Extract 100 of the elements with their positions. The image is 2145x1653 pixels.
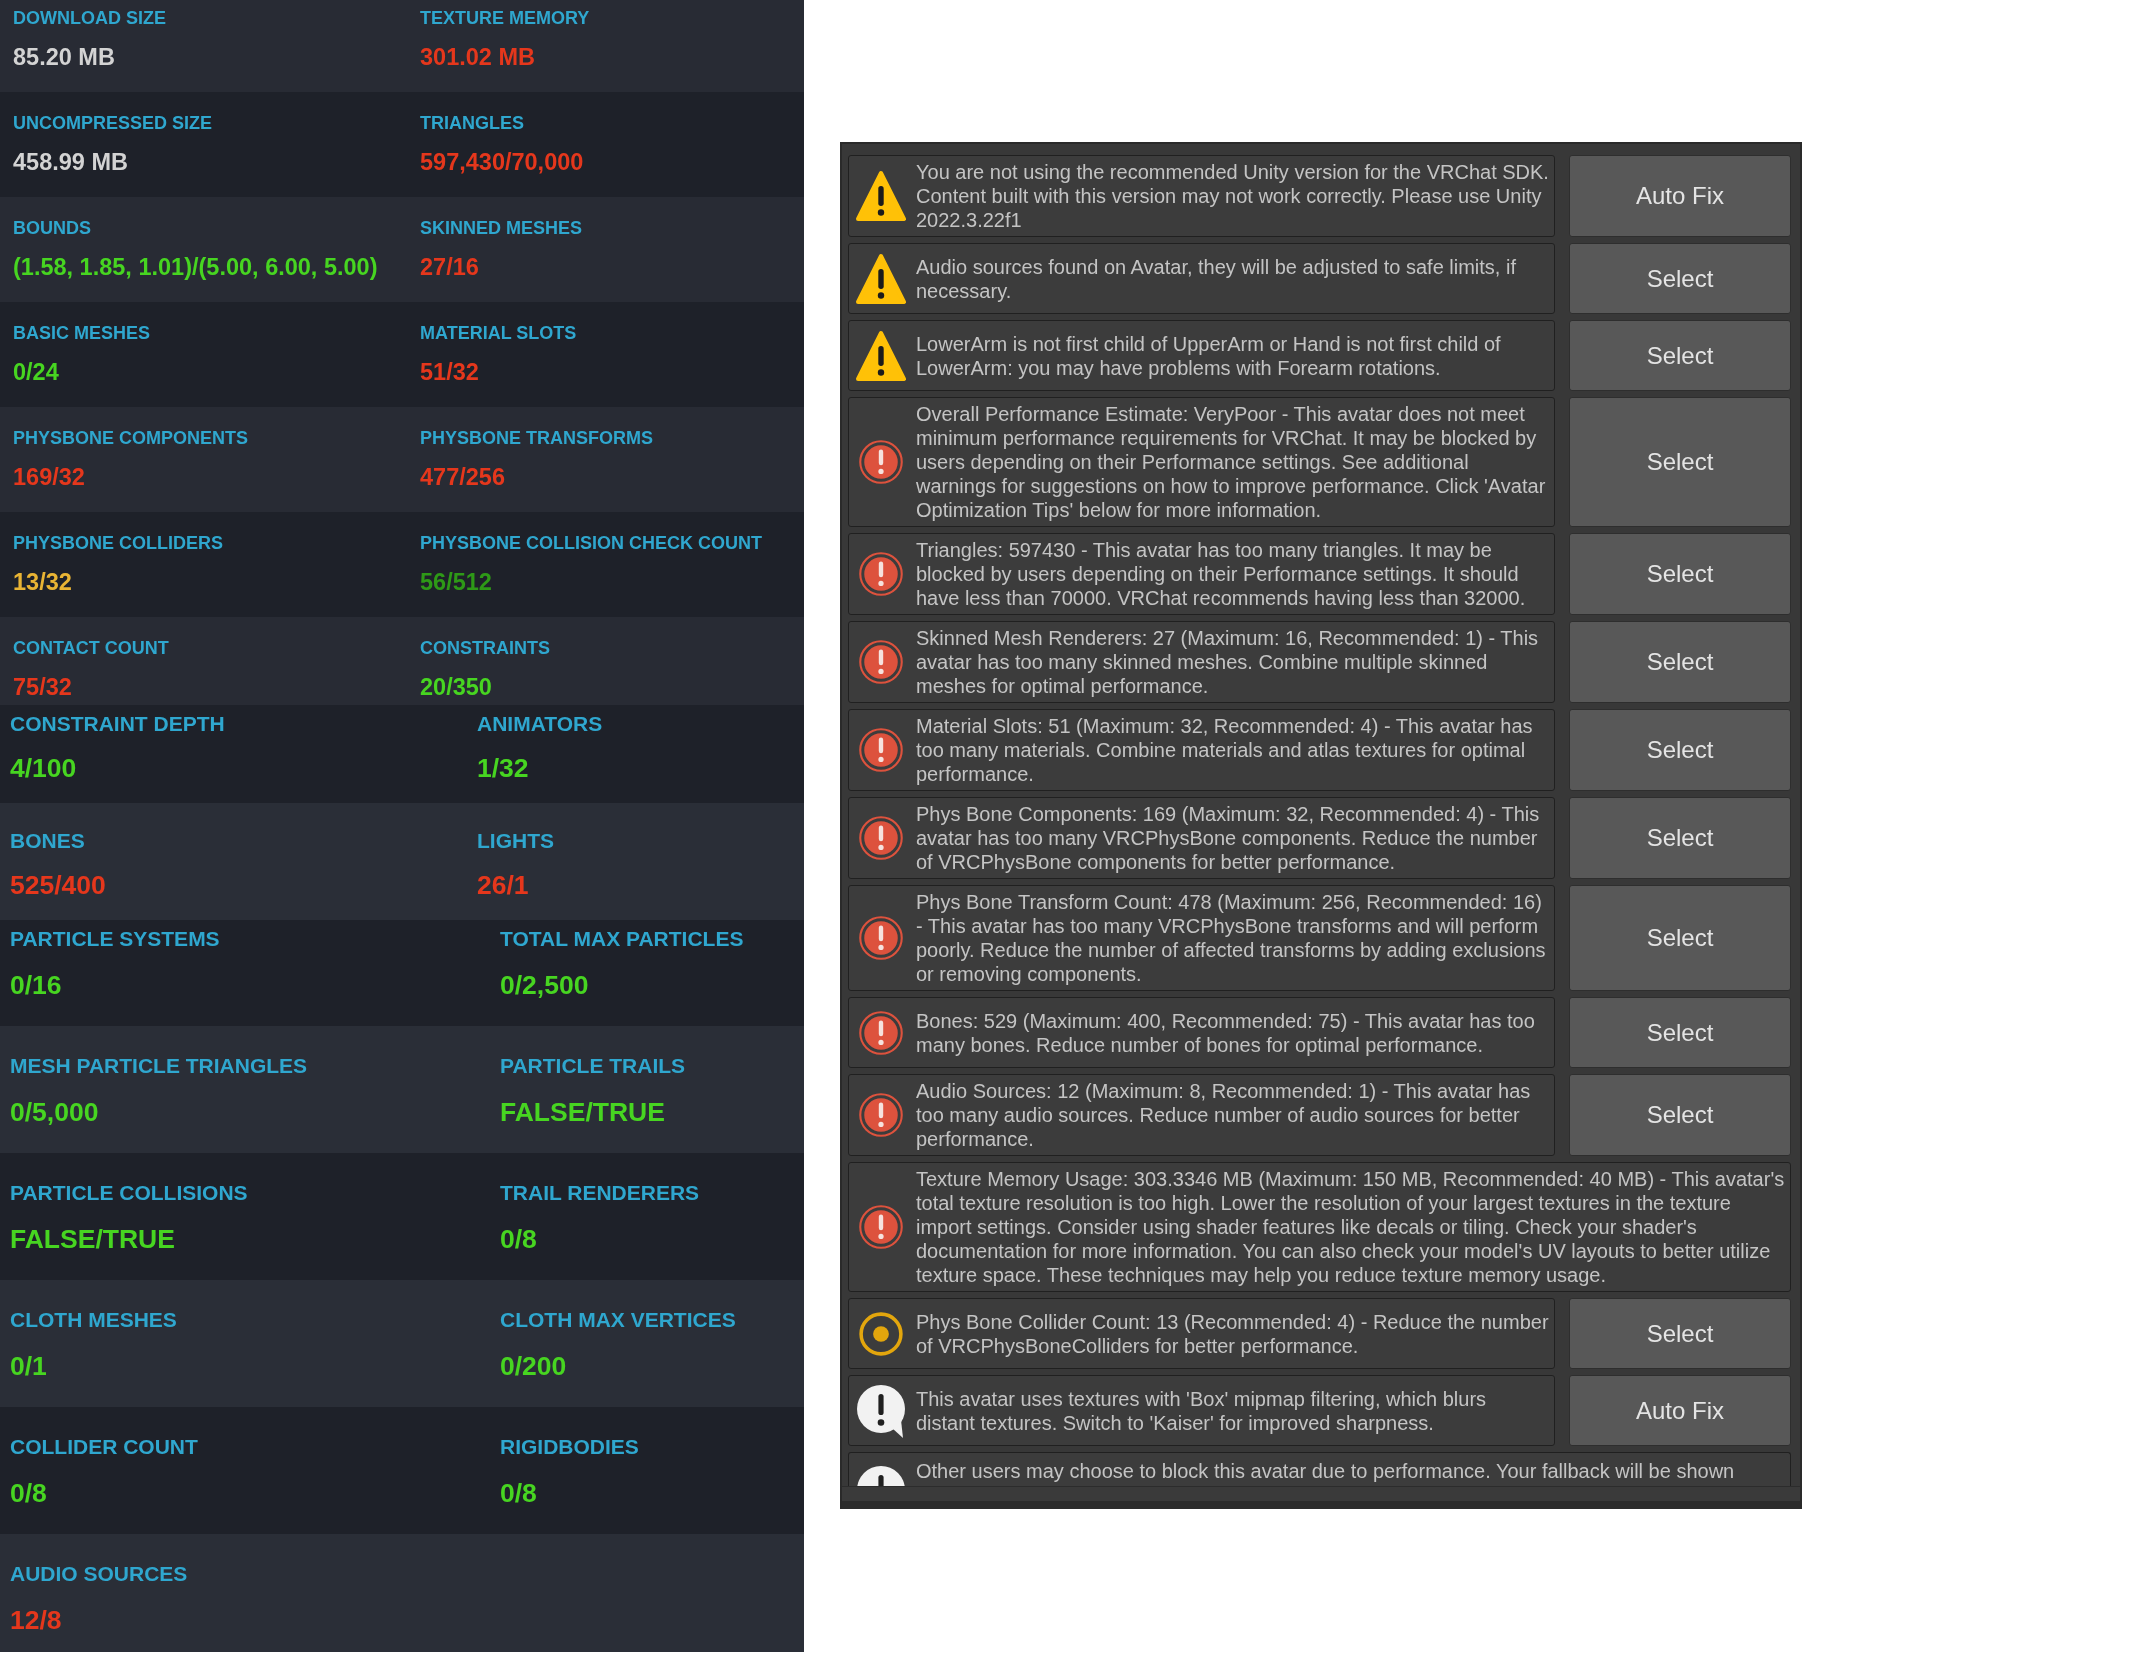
action-button[interactable]: Auto Fix [1569,1375,1791,1446]
action-button[interactable]: Select [1569,533,1791,615]
stat-value: 4/100 [10,752,77,785]
message-text: Phys Bone Collider Count: 13 (Recommended: 4) - Reduce the number of VRCPhysBoneColliders for better performance. [916,1309,1549,1358]
action-button[interactable]: Select [1569,397,1791,527]
stat-value: 1/32 [477,752,529,785]
message-text: Phys Bone Transform Count: 478 (Maximum: 256, Recommended: 16) - This avatar has too many VRCPhysBone transforms and will perform poorly. Reduce the number of affected transforms by adding exclusions or removing components. [916,890,1547,986]
stat-label: BASIC MESHES [13,322,151,345]
stat-value: 75/32 [13,673,72,702]
stat-label: BONES [10,828,85,854]
action-button[interactable]: Select [1569,885,1791,991]
action-button[interactable]: Select [1569,621,1791,703]
message-text: This avatar uses textures with 'Box' mipmap filtering, which blurs distant textures. Switch to 'Kaiser' for improved sharpness. [916,1386,1488,1435]
error-icon [859,552,903,596]
action-button[interactable]: Select [1569,320,1791,391]
stat-value: 169/32 [13,463,85,492]
message-text: You are not using the recommended Unity version for the VRChat SDK. Content built with this version may not work correctly. Please use Unity 2022.3.22f1 [916,160,1549,232]
stat-value: 0/24 [13,358,59,387]
stat-value: 458.99 MB [13,148,128,177]
stat-value: 525/400 [10,869,106,902]
error-icon [859,728,903,772]
action-button[interactable]: Select [1569,709,1791,791]
warning-icon [856,329,906,382]
message-text: Material Slots: 51 (Maximum: 32, Recommended: 4) - This avatar has too many materials. Combine materials and atlas textures for optimal performance. [916,714,1534,786]
stat-value: 0/8 [10,1477,47,1510]
alert-bubble-icon [856,1383,906,1438]
stat-value: 0/2,500 [500,969,589,1002]
stat-value: 27/16 [420,253,479,282]
stat-value: 301.02 MB [420,43,535,72]
stat-label: CONTACT COUNT [13,637,169,660]
stat-label: COLLIDER COUNT [10,1434,198,1460]
stat-label: TOTAL MAX PARTICLES [500,926,744,952]
message-text: Overall Performance Estimate: VeryPoor - This avatar does not meet minimum performance requirements for VRChat. It may be blocked by users depending on their Performance settings. See additional warnings for suggestions on how to improve performance. Click 'Avatar Optimization Tips' below for more information. [916,402,1547,522]
stat-label: TRAIL RENDERERS [500,1180,700,1206]
stat-value: 20/350 [420,673,492,702]
stat-value: 0/16 [10,969,62,1002]
stat-label: PARTICLE TRAILS [500,1053,686,1079]
error-icon [859,1010,903,1055]
stat-value: 51/32 [420,358,479,387]
error-icon [859,440,903,484]
warning-icon [856,252,906,305]
stat-label: TRIANGLES [420,112,524,135]
stat-value: 26/1 [477,869,529,902]
stat-label: PHYSBONE COLLIDERS [13,532,224,555]
dot-ring-icon [859,1311,903,1356]
stat-value: 12/8 [10,1604,62,1637]
message-text: Audio sources found on Avatar, they will be adjusted to safe limits, if necessary. [916,254,1517,303]
stat-value: 56/512 [420,568,492,597]
stat-label: TEXTURE MEMORY [420,7,590,30]
stat-label: MESH PARTICLE TRIANGLES [10,1053,308,1079]
stat-label: PHYSBONE COMPONENTS [13,427,249,450]
stat-label: PARTICLE SYSTEMS [10,926,220,952]
stat-value: 597,430/70,000 [420,148,584,177]
action-button[interactable]: Select [1569,1074,1791,1156]
message-text: LowerArm is not first child of UpperArm or Hand is not first child of LowerArm: you may have problems with Forearm rotations. [916,331,1502,380]
stat-value: 0/5,000 [10,1096,99,1129]
stat-label: RIGIDBODIES [500,1434,639,1460]
action-button[interactable]: Select [1569,1298,1791,1369]
message-text: Bones: 529 (Maximum: 400, Recommended: 75) - This avatar has too many bones. Reduce number of bones for optimal performance. [916,1008,1536,1057]
stat-label: CLOTH MAX VERTICES [500,1307,736,1333]
stat-label: DOWNLOAD SIZE [13,7,166,30]
stat-label: BOUNDS [13,217,91,240]
stat-value: FALSE/TRUE [10,1223,175,1256]
stat-label: SKINNED MESHES [420,217,583,240]
action-button[interactable]: Select [1569,243,1791,314]
action-button[interactable]: Select [1569,797,1791,879]
error-icon [859,640,903,684]
error-icon [859,1093,903,1137]
stat-label: MATERIAL SLOTS [420,322,577,345]
message-text: Other users may choose to block this avatar due to performance. Your fallback will be shown [916,1459,1736,1483]
stat-label: PHYSBONE COLLISION CHECK COUNT [420,532,763,555]
message-text: Triangles: 597430 - This avatar has too many triangles. It may be blocked by users depending on their Performance settings. It should have less than 70000. VRChat recommends having less than 32000. [916,538,1527,610]
error-icon [859,816,903,860]
stat-label: PHYSBONE TRANSFORMS [420,427,653,450]
stat-value: 477/256 [420,463,505,492]
message-text: Phys Bone Components: 169 (Maximum: 32, Recommended: 4) - This avatar has too many VRCPhysBone components. Reduce the number of VRCPhysBone components for better performance. [916,802,1541,874]
stat-value: FALSE/TRUE [500,1096,665,1129]
stat-label: AUDIO SOURCES [10,1561,188,1587]
stat-value: (1.58, 1.85, 1.01)/(5.00, 6.00, 5.00) [13,253,378,282]
message-text: Skinned Mesh Renderers: 27 (Maximum: 16, Recommended: 1) - This avatar has too many skinned meshes. Combine multiple skinned meshes for optimal performance. [916,626,1540,698]
stat-value: 0/8 [500,1223,537,1256]
error-icon [859,916,903,960]
stat-value: 0/8 [500,1477,537,1510]
message-text: Audio Sources: 12 (Maximum: 8, Recommended: 1) - This avatar has too many audio sources. Reduce number of audio sources for better performance. [916,1079,1532,1151]
stat-label: CONSTRAINT DEPTH [10,711,225,737]
stat-label: ANIMATORS [477,711,603,737]
stat-label: PARTICLE COLLISIONS [10,1180,248,1206]
stat-value: 13/32 [13,568,72,597]
stat-label: LIGHTS [477,828,554,854]
action-button[interactable]: Auto Fix [1569,155,1791,237]
warning-icon [856,170,906,222]
stat-label: CONSTRAINTS [420,637,550,660]
message-text: Texture Memory Usage: 303.3346 MB (Maximum: 150 MB, Recommended: 40 MB) - This avatar's total texture resolution is too high. Lower the resolution of your largest textures in the texture import settings. Consider using shader features like decals or tiling. Check your shader's documentation for more information. You can also check your model's UV layouts to better utilize texture space. These techniques may help you reduce texture memory usage. [916,1167,1785,1287]
stat-label: UNCOMPRESSED SIZE [13,112,213,135]
stat-label: CLOTH MESHES [10,1307,177,1333]
stat-value: 0/1 [10,1350,47,1383]
error-icon [859,1205,903,1249]
action-button[interactable]: Select [1569,997,1791,1068]
stat-value: 85.20 MB [13,43,115,72]
stat-value: 0/200 [500,1350,567,1383]
